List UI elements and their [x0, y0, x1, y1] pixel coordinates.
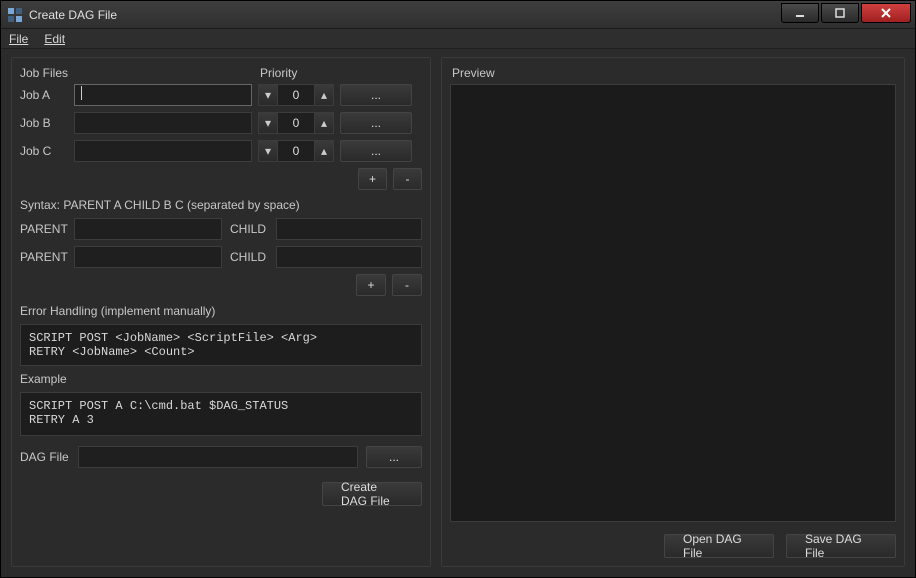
menu-file[interactable]: File	[9, 32, 28, 46]
spinner-down-icon[interactable]: ▾	[258, 112, 278, 134]
browse-button[interactable]: ...	[340, 84, 412, 106]
syntax-label: Syntax: PARENT A CHILD B C (separated by…	[20, 198, 422, 212]
relation-row: PARENT CHILD	[20, 246, 422, 268]
priority-spinner[interactable]: ▾ 0 ▴	[258, 140, 334, 162]
spinner-down-icon[interactable]: ▾	[258, 84, 278, 106]
preview-label: Preview	[452, 66, 896, 80]
job-path-input[interactable]	[74, 112, 252, 134]
create-dag-button[interactable]: Create DAG File	[322, 482, 422, 506]
example-header: Example	[20, 372, 422, 386]
priority-spinner[interactable]: ▾ 0 ▴	[258, 84, 334, 106]
browse-button[interactable]: ...	[340, 112, 412, 134]
app-icon	[7, 7, 23, 23]
spinner-value: 0	[278, 112, 314, 134]
spinner-up-icon[interactable]: ▴	[314, 112, 334, 134]
remove-job-button[interactable]: -	[393, 168, 422, 190]
child-input[interactable]	[276, 218, 422, 240]
example-box[interactable]: SCRIPT POST A C:\cmd.bat $DAG_STATUS RET…	[20, 392, 422, 436]
child-label: CHILD	[230, 222, 270, 236]
parent-input[interactable]	[74, 246, 222, 268]
job-label: Job B	[20, 116, 68, 130]
browse-button[interactable]: ...	[340, 140, 412, 162]
window-title: Create DAG File	[29, 8, 117, 22]
right-panel: Preview Open DAG File Save DAG File	[441, 57, 905, 567]
remove-relation-button[interactable]: -	[392, 274, 422, 296]
dagfile-label: DAG File	[20, 450, 70, 464]
child-input[interactable]	[276, 246, 422, 268]
job-path-input[interactable]	[74, 84, 252, 106]
parent-label: PARENT	[20, 250, 68, 264]
save-dag-button[interactable]: Save DAG File	[786, 534, 896, 558]
open-dag-button[interactable]: Open DAG File	[664, 534, 774, 558]
error-template-box[interactable]: SCRIPT POST <JobName> <ScriptFile> <Arg>…	[20, 324, 422, 366]
job-path-input[interactable]	[74, 140, 252, 162]
left-panel: Job Files Priority Job A ▾ 0 ▴ ... J	[11, 57, 431, 567]
add-relation-button[interactable]: +	[356, 274, 386, 296]
jobfiles-header: Job Files	[20, 66, 260, 80]
window-controls	[779, 7, 915, 23]
titlebar: Create DAG File	[1, 1, 915, 29]
window: Create DAG File File Edit Job Files Pr	[0, 0, 916, 578]
dagfile-input[interactable]	[78, 446, 358, 468]
minimize-button[interactable]	[781, 3, 819, 23]
maximize-button[interactable]	[821, 3, 859, 23]
priority-header: Priority	[260, 66, 297, 80]
preview-box[interactable]	[450, 84, 896, 522]
dagfile-browse-button[interactable]: ...	[366, 446, 422, 468]
menubar: File Edit	[1, 29, 915, 49]
job-row: Job B ▾ 0 ▴ ...	[20, 112, 422, 134]
content: Job Files Priority Job A ▾ 0 ▴ ... J	[1, 49, 915, 577]
child-label: CHILD	[230, 250, 270, 264]
priority-spinner[interactable]: ▾ 0 ▴	[258, 112, 334, 134]
job-label: Job C	[20, 144, 68, 158]
job-row: Job A ▾ 0 ▴ ...	[20, 84, 422, 106]
job-row: Job C ▾ 0 ▴ ...	[20, 140, 422, 162]
relation-row: PARENT CHILD	[20, 218, 422, 240]
spinner-value: 0	[278, 140, 314, 162]
spinner-up-icon[interactable]: ▴	[314, 140, 334, 162]
parent-input[interactable]	[74, 218, 222, 240]
spinner-value: 0	[278, 84, 314, 106]
add-job-button[interactable]: +	[358, 168, 387, 190]
parent-label: PARENT	[20, 222, 68, 236]
error-handling-header: Error Handling (implement manually)	[20, 304, 422, 318]
menu-edit[interactable]: Edit	[44, 32, 65, 46]
spinner-up-icon[interactable]: ▴	[314, 84, 334, 106]
spinner-down-icon[interactable]: ▾	[258, 140, 278, 162]
job-label: Job A	[20, 88, 68, 102]
close-button[interactable]	[861, 3, 911, 23]
